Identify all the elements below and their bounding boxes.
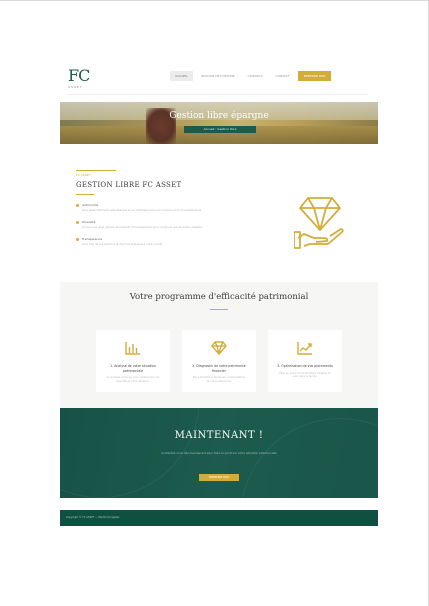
feature-list: Autonomie Vous gérez librement votre épa… xyxy=(76,203,258,247)
card-text: Mise en place d'une stratégie adaptée et… xyxy=(279,371,331,379)
card-text: Nous identifions les leviers d'optimisat… xyxy=(192,376,246,383)
section-kicker: FC ASSET xyxy=(76,173,91,177)
diamond-icon xyxy=(211,341,227,355)
kicker-line xyxy=(76,170,116,171)
feature-title: Diversité xyxy=(82,220,96,224)
nav-cta-button[interactable]: PRENDRE RDV xyxy=(297,71,332,81)
site-footer: Copyright © FC ASSET — Mentions légales xyxy=(60,510,378,526)
card-title: 1. Analyse de votre situation patrimonia… xyxy=(110,364,156,373)
intro-section: FC ASSET GESTION LIBRE FC ASSET Autonomi… xyxy=(76,170,366,278)
card-title: 3. Optimisation de vos placements xyxy=(277,364,333,368)
title-underline xyxy=(76,194,94,195)
feature-text: Suivi clair de vos positions et des frai… xyxy=(82,243,164,246)
hero-title: Gestion libre épargne xyxy=(169,111,269,121)
program-section: Votre programme d'efficacité patrimonial… xyxy=(60,282,378,408)
cta-text: Contactez-nous dès maintenant pour faire… xyxy=(161,451,277,455)
nav-item-gestion[interactable]: GESTION DE FORTUNE xyxy=(196,71,240,81)
logo[interactable]: FC ASSET xyxy=(68,66,90,90)
nav-item-conseils[interactable]: CONSEILS xyxy=(243,71,268,81)
feature-item: Autonomie Vous gérez librement votre épa… xyxy=(76,203,258,213)
line-chart-icon xyxy=(297,342,312,355)
section-title: GESTION LIBRE FC ASSET xyxy=(76,181,182,189)
program-title: Votre programme d'efficacité patrimonial xyxy=(129,292,309,302)
feature-title: Autonomie xyxy=(82,203,99,207)
bullet-icon xyxy=(76,203,79,207)
feature-title: Transparence xyxy=(82,237,103,241)
bullet-icon xyxy=(76,220,79,224)
cta-title: MAINTENANT ! xyxy=(174,430,264,441)
feature-text: Vous gérez librement votre épargne et vo… xyxy=(82,209,203,212)
program-card[interactable]: 1. Analyse de votre situation patrimonia… xyxy=(96,330,170,392)
cta-section: MAINTENANT ! Contactez-nous dès maintena… xyxy=(60,408,378,498)
header-divider xyxy=(68,94,368,95)
nav-item-accueil[interactable]: ACCUEIL xyxy=(170,71,193,81)
program-card[interactable]: 3. Optimisation de vos placements Mise e… xyxy=(268,330,342,392)
diamond-hand-icon xyxy=(294,197,344,249)
logo-subtitle: ASSET xyxy=(68,85,83,89)
bullet-icon xyxy=(76,237,79,241)
program-underline xyxy=(210,309,228,310)
main-nav: ACCUEIL GESTION DE FORTUNE CONSEILS CONT… xyxy=(170,71,332,81)
feature-item: Diversité Accès à une large gamme de sup… xyxy=(76,220,258,230)
bar-chart-icon xyxy=(125,342,140,355)
program-cards: 1. Analyse de votre situation patrimonia… xyxy=(96,330,342,392)
card-text: Un premier échange pour comprendre vos o… xyxy=(106,376,160,383)
feature-item: Transparence Suivi clair de vos position… xyxy=(76,237,258,247)
nav-item-contact[interactable]: CONTACT xyxy=(271,71,295,81)
hero-banner: Gestion libre épargne Accueil › Gestion … xyxy=(60,102,378,144)
footer-text: Copyright © FC ASSET — Mentions légales xyxy=(66,516,120,519)
cta-button[interactable]: PRENDRE RDV xyxy=(199,474,239,481)
web-page: FC ASSET ACCUEIL GESTION DE FORTUNE CONS… xyxy=(60,58,378,528)
card-title: 2. Diagnostic de votre patrimoine financ… xyxy=(192,364,246,373)
site-header: FC ASSET ACCUEIL GESTION DE FORTUNE CONS… xyxy=(60,58,378,95)
logo-mark: FC xyxy=(68,66,90,85)
breadcrumb[interactable]: Accueil › Gestion libre xyxy=(184,126,256,133)
feature-text: Accès à une large gamme de supports d'in… xyxy=(82,226,203,229)
program-card[interactable]: 2. Diagnostic de votre patrimoine financ… xyxy=(182,330,256,392)
